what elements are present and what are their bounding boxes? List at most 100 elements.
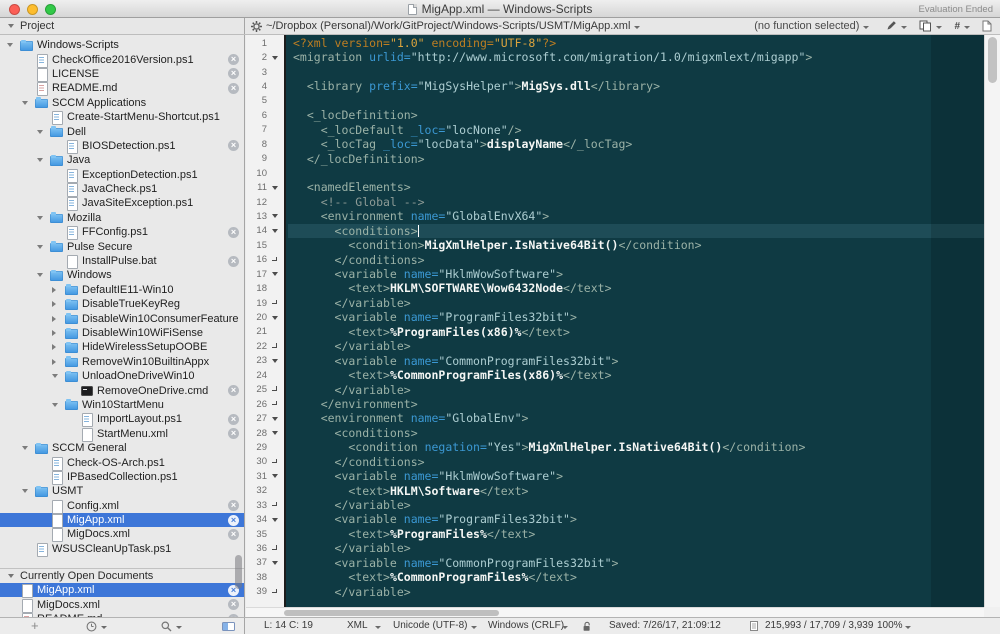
sidebar-item[interactable]: RemoveOneDrive.cmd×	[0, 383, 244, 397]
close-icon[interactable]: ×	[228, 140, 239, 151]
sidebar-item[interactable]: IPBasedCollection.ps1	[0, 470, 244, 484]
close-icon[interactable]: ×	[228, 385, 239, 396]
encoding-popup[interactable]: Unicode (UTF-8)	[393, 620, 467, 631]
open-documents-disclosure-triangle[interactable]	[8, 574, 14, 578]
disclosure-triangle[interactable]	[52, 287, 56, 293]
sidebar-item[interactable]: Config.xml×	[0, 499, 244, 513]
close-icon[interactable]: ×	[228, 428, 239, 439]
line-number-button[interactable]: #	[954, 21, 972, 32]
sidebar-item[interactable]: MigApp.xml×	[0, 583, 244, 597]
disclosure-triangle[interactable]	[22, 446, 28, 450]
sidebar-item[interactable]: WSUSCleanUpTask.ps1	[0, 542, 244, 556]
sidebar-item[interactable]: Pulse Secure	[0, 239, 244, 253]
close-icon[interactable]: ×	[228, 515, 239, 526]
sidebar-scrollbar-thumb[interactable]	[235, 555, 242, 589]
fold-start-icon[interactable]	[272, 316, 278, 320]
markers-button[interactable]	[885, 20, 909, 32]
sidebar-toggle-button[interactable]	[222, 618, 235, 634]
add-item-button[interactable]: +	[31, 618, 39, 634]
sidebar-item[interactable]: DisableTrueKeyReg	[0, 297, 244, 311]
sidebar-item[interactable]: DisableWin10WiFiSense	[0, 326, 244, 340]
sidebar-item[interactable]: FFConfig.ps1×	[0, 225, 244, 239]
sidebar-item[interactable]: UnloadOneDriveWin10	[0, 369, 244, 383]
sidebar-item[interactable]: Windows-Scripts	[0, 38, 244, 52]
sidebar-item[interactable]: ImportLayout.ps1×	[0, 412, 244, 426]
disclosure-triangle[interactable]	[7, 43, 13, 47]
search-button[interactable]	[161, 618, 184, 634]
disclosure-triangle[interactable]	[22, 101, 28, 105]
sidebar-item[interactable]: JavaCheck.ps1	[0, 182, 244, 196]
sidebar-item[interactable]: HideWirelessSetupOOBE	[0, 340, 244, 354]
sidebar-item[interactable]: USMT	[0, 484, 244, 498]
project-disclosure-triangle[interactable]	[8, 24, 14, 28]
code-text-area[interactable]: <?xml version="1.0" encoding="UTF-8"?><m…	[288, 35, 984, 607]
disclosure-triangle[interactable]	[22, 489, 28, 493]
close-icon[interactable]: ×	[228, 500, 239, 511]
sidebar-item[interactable]: LICENSE×	[0, 67, 244, 81]
vertical-scrollbar[interactable]	[984, 35, 1000, 607]
sidebar-item[interactable]: Check-OS-Arch.ps1	[0, 455, 244, 469]
recent-documents-button[interactable]	[86, 618, 109, 634]
sidebar-item[interactable]: SCCM Applications	[0, 96, 244, 110]
fold-start-icon[interactable]	[272, 272, 278, 276]
close-icon[interactable]: ×	[228, 256, 239, 267]
sidebar-item[interactable]: MigDocs.xml×	[0, 597, 244, 611]
sidebar-item[interactable]: Win10StartMenu	[0, 398, 244, 412]
fold-start-icon[interactable]	[272, 229, 278, 233]
documents-button[interactable]	[919, 20, 944, 32]
sidebar-item[interactable]: MigDocs.xml×	[0, 527, 244, 541]
sidebar-item[interactable]: Dell	[0, 124, 244, 138]
disclosure-triangle[interactable]	[52, 374, 58, 378]
close-icon[interactable]: ×	[228, 68, 239, 79]
disclosure-triangle[interactable]	[37, 245, 43, 249]
disclosure-triangle[interactable]	[37, 158, 43, 162]
fold-start-icon[interactable]	[272, 214, 278, 218]
disclosure-triangle[interactable]	[52, 344, 56, 350]
horizontal-scrollbar[interactable]	[246, 607, 984, 617]
fold-start-icon[interactable]	[272, 417, 278, 421]
disclosure-triangle[interactable]	[52, 301, 56, 307]
disclosure-triangle[interactable]	[37, 130, 43, 134]
file-options-button[interactable]	[251, 21, 262, 32]
fold-start-icon[interactable]	[272, 359, 278, 363]
fold-start-icon[interactable]	[272, 518, 278, 522]
sidebar-item[interactable]: StartMenu.xml×	[0, 427, 244, 441]
close-icon[interactable]: ×	[228, 414, 239, 425]
sidebar-item[interactable]: InstallPulse.bat×	[0, 254, 244, 268]
disclosure-triangle[interactable]	[37, 216, 43, 220]
close-icon[interactable]: ×	[228, 227, 239, 238]
sidebar-item[interactable]: Java	[0, 153, 244, 167]
fold-start-icon[interactable]	[272, 186, 278, 190]
sidebar-item[interactable]: CheckOffice2016Version.ps1×	[0, 52, 244, 66]
sidebar-item[interactable]: JavaSiteException.ps1	[0, 196, 244, 210]
sidebar-item[interactable]: MigApp.xml×	[0, 513, 244, 527]
language-popup[interactable]: XML	[347, 620, 368, 631]
disclosure-triangle[interactable]	[52, 330, 56, 336]
fold-start-icon[interactable]	[272, 56, 278, 60]
sidebar-item[interactable]: Mozilla	[0, 211, 244, 225]
line-endings-popup[interactable]: Windows (CRLF)	[488, 620, 564, 631]
close-icon[interactable]: ×	[228, 83, 239, 94]
fold-start-icon[interactable]	[272, 561, 278, 565]
function-popup[interactable]: (no function selected)	[754, 20, 871, 32]
disclosure-triangle[interactable]	[37, 273, 43, 277]
sidebar-item[interactable]: ExceptionDetection.ps1	[0, 168, 244, 182]
close-icon[interactable]: ×	[228, 599, 239, 610]
vertical-scrollbar-thumb[interactable]	[988, 37, 997, 83]
close-icon[interactable]: ×	[228, 54, 239, 65]
sidebar-item[interactable]: Windows	[0, 268, 244, 282]
sidebar-item[interactable]: BIOSDetection.ps1×	[0, 139, 244, 153]
sidebar-item[interactable]: Create-StartMenu-Shortcut.ps1	[0, 110, 244, 124]
disclosure-triangle[interactable]	[52, 316, 56, 322]
sidebar-item[interactable]: DefaultIE11-Win10	[0, 283, 244, 297]
lock-toggle[interactable]	[582, 621, 592, 634]
sidebar-item[interactable]: DisableWin10ConsumerFeature	[0, 311, 244, 325]
file-path-popup[interactable]: ~/Dropbox (Personal)/Work/GitProject/Win…	[266, 20, 642, 32]
close-icon[interactable]: ×	[228, 529, 239, 540]
fold-start-icon[interactable]	[272, 474, 278, 478]
sidebar-item[interactable]: README.md×	[0, 81, 244, 95]
new-document-button[interactable]	[982, 20, 992, 32]
zoom-popup[interactable]: 100%	[877, 620, 903, 631]
horizontal-scrollbar-thumb[interactable]	[284, 610, 499, 616]
sidebar-item[interactable]: SCCM General	[0, 441, 244, 455]
